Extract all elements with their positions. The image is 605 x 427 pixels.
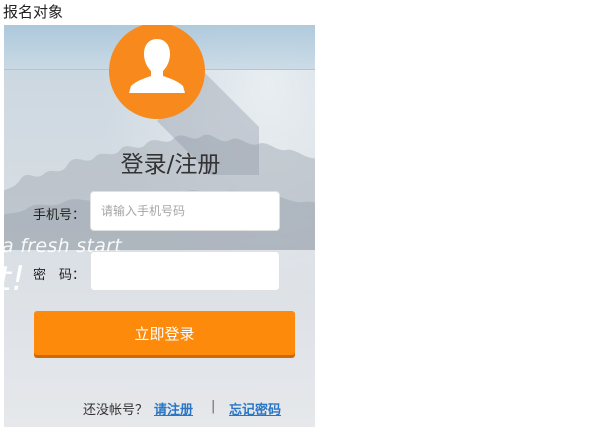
no-account-text: 还没帐号？ — [83, 403, 149, 418]
phone-label: 手机号： — [33, 208, 86, 223]
phone-input[interactable] — [90, 191, 280, 231]
register-link[interactable]: 请注册 — [154, 399, 193, 418]
forgot-password-link[interactable]: 忘记密码 — [229, 399, 281, 418]
avatar — [109, 25, 205, 119]
footer-separator: | — [211, 399, 216, 414]
page-label: 报名对象 — [3, 3, 64, 21]
login-panel: a fresh start t! 登录/注册 手机号： 密 码： 立即登录 还没… — [4, 25, 315, 427]
password-input[interactable] — [90, 251, 280, 291]
user-silhouette-icon — [129, 39, 185, 93]
background-overlay-glyph: t! — [4, 259, 25, 299]
login-button[interactable]: 立即登录 — [34, 311, 295, 355]
password-label: 密 码： — [33, 268, 86, 283]
form-title: 登录/注册 — [120, 152, 221, 178]
